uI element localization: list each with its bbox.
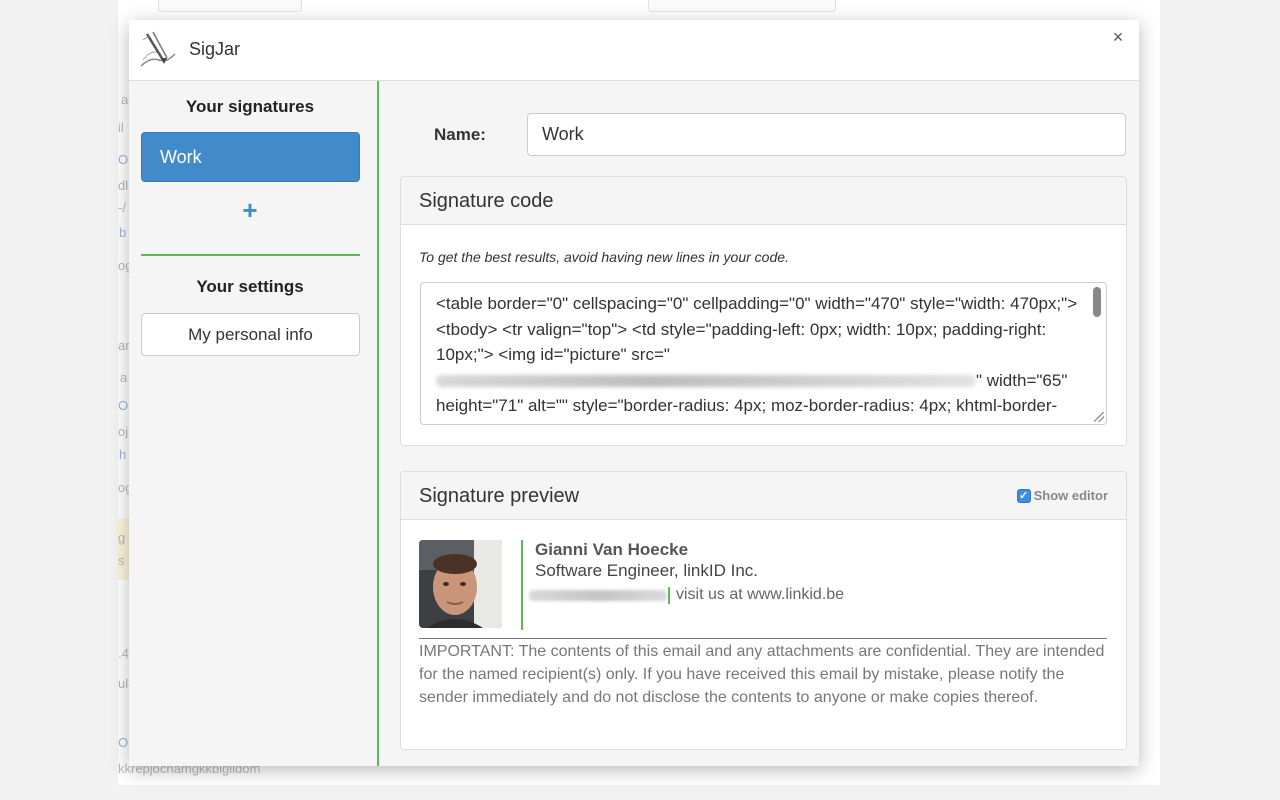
signature-preview-panel: Signature preview ✓ Show editor Gianni V… [400, 471, 1127, 750]
editor-main: Name: Signature code To get the best res… [381, 81, 1139, 766]
background-tab [158, 0, 302, 12]
plus-icon: + [242, 195, 258, 225]
background-link: h [119, 447, 127, 462]
close-icon[interactable]: × [1107, 26, 1129, 48]
signatures-heading: Your signatures [185, 97, 315, 116]
background-text: .4 [118, 646, 129, 661]
background-tab [648, 0, 836, 12]
signature-separator [521, 540, 523, 630]
signature-code-title-text: Signature code [419, 190, 554, 212]
background-text: oj [118, 424, 129, 439]
background-text: a [121, 92, 129, 107]
code-hint: To get the best results, avoid having ne… [419, 249, 789, 265]
name-input[interactable] [527, 113, 1126, 156]
background-link: b [119, 225, 127, 240]
profile-photo [419, 540, 502, 628]
signature-divider [419, 638, 1107, 639]
background-text: g [118, 530, 126, 545]
redacted-phone [529, 590, 667, 601]
personal-info-button[interactable]: My personal info [141, 313, 360, 356]
signature-item-work[interactable]: Work [141, 132, 360, 182]
signature-inline-separator [668, 587, 670, 604]
signature-code-title: Signature code [401, 177, 1126, 225]
modal-header: SigJar × [129, 20, 1139, 81]
signature-website: visit us at www.linkid.be [676, 586, 845, 603]
background-text: ar [118, 338, 130, 353]
sidebar-divider [141, 254, 360, 256]
name-label: Name: [434, 125, 486, 144]
sigjar-pen-logo-icon [140, 31, 176, 67]
signature-code-panel: Signature code To get the best results, … [400, 176, 1127, 446]
background-text: a [120, 370, 128, 385]
code-text-part1: <table border="0" cellspacing="0" cellpa… [436, 294, 1078, 364]
settings-heading: Your settings [196, 277, 304, 296]
textarea-resize-handle[interactable] [1094, 412, 1104, 422]
signature-role: Software Engineer, linkID Inc. [535, 561, 759, 580]
code-scrollbar[interactable] [1093, 287, 1101, 317]
signature-name: Gianni Van Hoecke [535, 540, 689, 559]
sidebar: Your signatures Work + Your settings My … [129, 81, 379, 766]
show-editor-toggle[interactable]: ✓ Show editor [1016, 472, 1108, 520]
signature-preview-title-text: Signature preview [419, 485, 580, 507]
add-signature-button[interactable]: + [237, 197, 263, 223]
background-text: il [118, 120, 124, 135]
redacted-url [436, 375, 976, 388]
signature-code-textarea[interactable]: <table border="0" cellspacing="0" cellpa… [420, 282, 1107, 425]
sigjar-modal: SigJar × Your signatures Work + Your set… [129, 20, 1139, 766]
modal-body: Your signatures Work + Your settings My … [129, 81, 1139, 766]
background-text: dl [118, 178, 129, 193]
show-editor-label: Show editor [1033, 488, 1108, 503]
app-title: SigJar [189, 39, 241, 59]
background-link: -/ [118, 200, 126, 215]
checkbox-check-icon[interactable]: ✓ [1016, 488, 1031, 503]
signature-preview-title: Signature preview ✓ Show editor [401, 472, 1126, 520]
background-text: s [118, 553, 125, 568]
signature-disclaimer: IMPORTANT: The contents of this email an… [419, 643, 1105, 706]
